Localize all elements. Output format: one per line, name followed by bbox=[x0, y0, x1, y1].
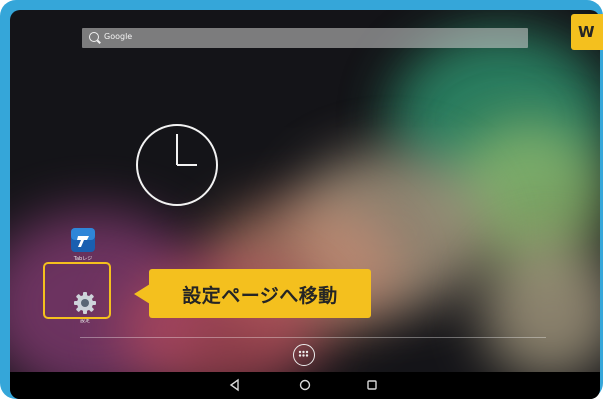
recents-icon[interactable] bbox=[365, 378, 379, 392]
analog-clock-widget[interactable] bbox=[134, 122, 220, 208]
grid-icon bbox=[298, 350, 309, 357]
callout-label: 設定ページへ移動 bbox=[134, 269, 371, 318]
search-bar[interactable]: Google bbox=[82, 28, 528, 48]
tablet-screen: Google Tabレジ 設定 bbox=[10, 10, 600, 399]
corner-tag: W bbox=[571, 14, 603, 50]
search-placeholder: Google bbox=[104, 32, 133, 41]
wallpaper bbox=[10, 10, 600, 399]
tablet-app-label: Tabレジ bbox=[73, 256, 93, 262]
home-icon[interactable] bbox=[298, 378, 312, 392]
settings-highlight-box bbox=[43, 262, 111, 319]
navigation-bar bbox=[10, 372, 600, 399]
corner-tag-text: W bbox=[578, 23, 595, 41]
search-icon bbox=[89, 32, 99, 42]
app-drawer-button[interactable] bbox=[293, 344, 315, 366]
tablet-app-icon[interactable] bbox=[70, 227, 96, 253]
callout-text: 設定ページへ移動 bbox=[182, 285, 338, 307]
dock-divider bbox=[80, 337, 546, 338]
back-icon[interactable] bbox=[228, 378, 242, 392]
